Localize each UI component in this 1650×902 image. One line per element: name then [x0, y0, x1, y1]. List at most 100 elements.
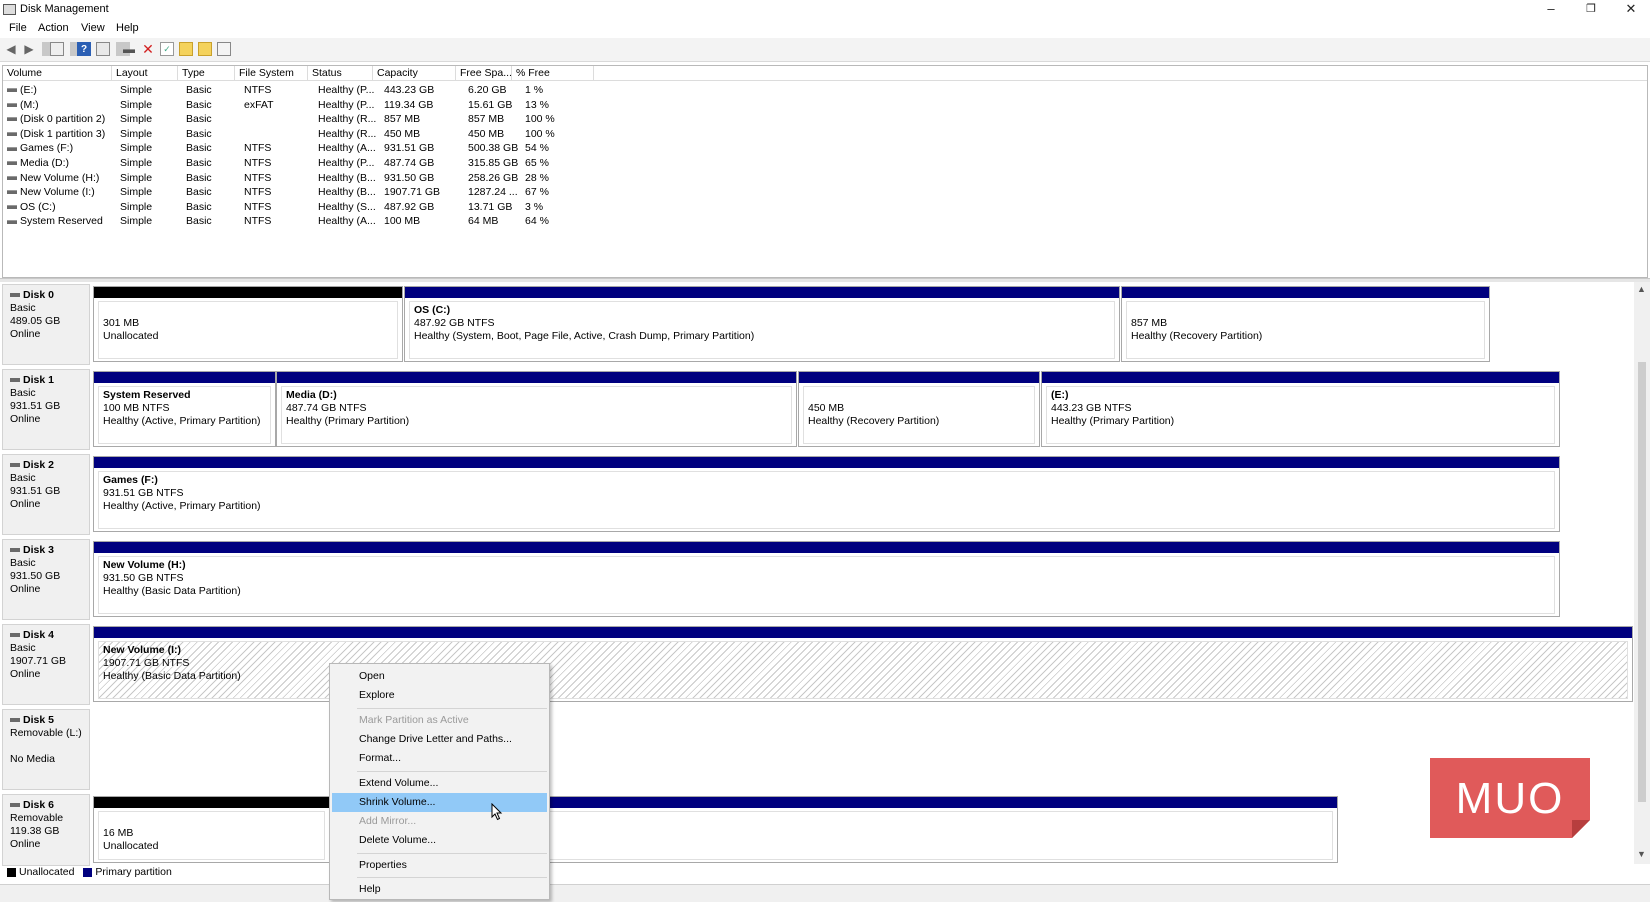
check-icon[interactable]: ✓	[160, 42, 174, 56]
menu-item-properties[interactable]: Properties	[332, 856, 547, 875]
partition-line1: 301 MB	[103, 317, 140, 329]
table-row[interactable]: (Disk 0 partition 2) Simple Basic Healthy (…	[3, 112, 603, 126]
partition-block[interactable]: (E:) 443.23 GB NTFS Healthy (Primary Parti…	[1041, 371, 1560, 447]
partition-block[interactable]: OS (C:) 487.92 GB NTFS Healthy (System, Bo…	[404, 286, 1120, 362]
table-row[interactable]: New Volume (I:) Simple Basic NTFS Healthy (B…	[3, 185, 603, 199]
table-cell-text: 450 MB	[384, 127, 421, 140]
column-header-status[interactable]: Status	[308, 66, 373, 81]
partition-line2: Unallocated	[103, 330, 159, 342]
volume-icon	[7, 175, 17, 180]
table-cell-text: 119.34 GB	[384, 98, 434, 111]
menu-item-extend-volume[interactable]: Extend Volume...	[332, 774, 547, 793]
partition-info: New Volume (I:) 1907.71 GB NTFS Healthy (B…	[98, 641, 1628, 699]
partition-line1: 450 MB	[808, 402, 845, 414]
table-cell: NTFS	[244, 185, 314, 199]
partition-block[interactable]: 16 MB Unallocated	[93, 796, 330, 863]
back-arrow-icon[interactable]: ◀	[4, 42, 18, 56]
table-cell-text: Healthy (B...	[318, 171, 376, 184]
column-header-layout[interactable]: Layout	[112, 66, 178, 81]
column-header-volume[interactable]: Volume	[3, 66, 112, 81]
search-folder-icon[interactable]	[198, 42, 212, 56]
view-icon[interactable]	[217, 42, 231, 56]
properties-list-icon[interactable]	[96, 42, 110, 56]
delete-icon[interactable]: ✕	[141, 41, 155, 57]
disk-label[interactable]: Disk 0 Basic 489.05 GB Online	[2, 284, 90, 365]
menu-item-change-drive-letter[interactable]: Change Drive Letter and Paths...	[332, 730, 547, 749]
partition-block[interactable]: 857 MB Healthy (Recovery Partition)	[1121, 286, 1490, 362]
partition-block[interactable]: 301 MB Unallocated	[93, 286, 403, 362]
menu-item-help[interactable]: Help	[332, 880, 547, 899]
table-cell: 6.20 GB	[468, 83, 523, 97]
column-header-type[interactable]: Type	[178, 66, 235, 81]
table-cell: NTFS	[244, 83, 314, 97]
table-row[interactable]: (M:) Simple Basic exFAT Healthy (P... 119.34 …	[3, 98, 603, 112]
vertical-scrollbar[interactable]: ▲ ▼	[1634, 282, 1650, 864]
disk-label[interactable]: Disk 3 Basic 931.50 GB Online	[2, 539, 90, 620]
volume-icon	[7, 132, 17, 137]
table-row[interactable]: System Reserved Simple Basic NTFS Healthy (A…	[3, 214, 603, 228]
scroll-down-icon[interactable]: ▼	[1637, 849, 1646, 859]
menu-item-shrink-volume[interactable]: Shrink Volume...	[332, 793, 547, 812]
column-header-capacity[interactable]: Capacity	[373, 66, 456, 81]
table-cell	[244, 127, 314, 141]
disk-label[interactable]: Disk 5 Removable (L:) No Media	[2, 709, 90, 790]
menu-view[interactable]: View	[81, 22, 105, 34]
table-cell-text: Healthy (A...	[318, 215, 376, 228]
disk-name: Disk 4	[10, 629, 89, 642]
table-row[interactable]: New Volume (H:) Simple Basic NTFS Healthy (B…	[3, 171, 603, 185]
forward-arrow-icon[interactable]: ▶	[22, 42, 36, 56]
primary-partition-bar	[1122, 287, 1489, 298]
partition-block[interactable]: 450 MB Healthy (Recovery Partition)	[798, 371, 1040, 447]
volume-list[interactable]: Volume Layout Type File System Status Ca…	[2, 65, 1648, 278]
menu-item-open[interactable]: Open	[332, 667, 547, 686]
minimize-button[interactable]: –	[1532, 0, 1570, 20]
disk-label[interactable]: Disk 2 Basic 931.51 GB Online	[2, 454, 90, 535]
table-cell-text: 54 %	[525, 142, 549, 155]
column-header-free-space[interactable]: Free Spa...	[456, 66, 512, 81]
volume-icon	[7, 102, 17, 107]
scroll-up-icon[interactable]: ▲	[1637, 284, 1646, 294]
new-folder-icon[interactable]	[179, 42, 193, 56]
primary-partition-swatch	[83, 867, 93, 877]
table-row[interactable]: (E:) Simple Basic NTFS Healthy (P... 443.23 G…	[3, 83, 603, 97]
menu-item-format[interactable]: Format...	[332, 749, 547, 768]
connect-drive-icon[interactable]: ▬	[122, 42, 136, 56]
status-bar	[0, 884, 1650, 902]
disk-label[interactable]: Disk 6 Removable 119.38 GB Online	[2, 794, 90, 866]
table-row[interactable]: Games (F:) Simple Basic NTFS Healthy (A... 93…	[3, 141, 603, 155]
menu-item-explore[interactable]: Explore	[332, 686, 547, 705]
menu-item-delete-volume[interactable]: Delete Volume...	[332, 831, 547, 850]
table-cell-text: Healthy (P...	[318, 157, 375, 169]
menu-action[interactable]: Action	[38, 22, 69, 34]
table-cell-text: Healthy (B...	[318, 186, 376, 199]
partition-block[interactable]: Media (D:) 487.74 GB NTFS Healthy (Primary…	[276, 371, 797, 447]
disk-label[interactable]: Disk 4 Basic 1907.71 GB Online	[2, 624, 90, 705]
menu-separator	[357, 771, 547, 772]
partition-block[interactable]: New Volume (H:) 931.50 GB NTFS Healthy (Ba…	[93, 541, 1560, 617]
column-header-file-system[interactable]: File System	[235, 66, 308, 81]
partition-block[interactable]: New Volume (I:) 1907.71 GB NTFS Healthy (B…	[93, 626, 1633, 702]
console-tree-icon[interactable]	[50, 42, 64, 56]
menu-help[interactable]: Help	[116, 22, 139, 34]
help-icon[interactable]: ?	[77, 42, 91, 56]
table-cell-text: Basic	[186, 127, 212, 140]
table-row[interactable]: Media (D:) Simple Basic NTFS Healthy (P... 48…	[3, 156, 603, 170]
menu-file[interactable]: File	[9, 22, 27, 34]
disk-graphical-view: Disk 0 Basic 489.05 GB Online 301 MB Unalloca…	[2, 284, 1633, 866]
restore-button[interactable]: ❐	[1572, 0, 1610, 20]
partition-line2: Healthy (Recovery Partition)	[808, 415, 940, 427]
partition-block[interactable]: Games (F:) 931.51 GB NTFS Healthy (Active,…	[93, 456, 1560, 532]
pane-splitter[interactable]	[0, 278, 1650, 282]
disk-label[interactable]: Disk 1 Basic 931.51 GB Online	[2, 369, 90, 450]
primary-partition-bar	[405, 287, 1119, 298]
volume-icon	[7, 161, 17, 166]
close-button[interactable]: ✕	[1612, 0, 1650, 20]
scrollbar-thumb[interactable]	[1638, 362, 1646, 802]
table-row[interactable]: (Disk 1 partition 3) Simple Basic Healthy (…	[3, 127, 603, 141]
table-row[interactable]: OS (C:) Simple Basic NTFS Healthy (S... 487.9…	[3, 200, 603, 214]
column-header-percent-free[interactable]: % Free	[512, 66, 594, 81]
table-cell: 258.26 GB	[468, 171, 523, 185]
partition-line2: Healthy (Primary Partition)	[286, 415, 410, 427]
partition-block[interactable]: System Reserved 100 MB NTFS Healthy (Activ…	[93, 371, 276, 447]
table-cell: 931.50 GB	[384, 171, 466, 185]
